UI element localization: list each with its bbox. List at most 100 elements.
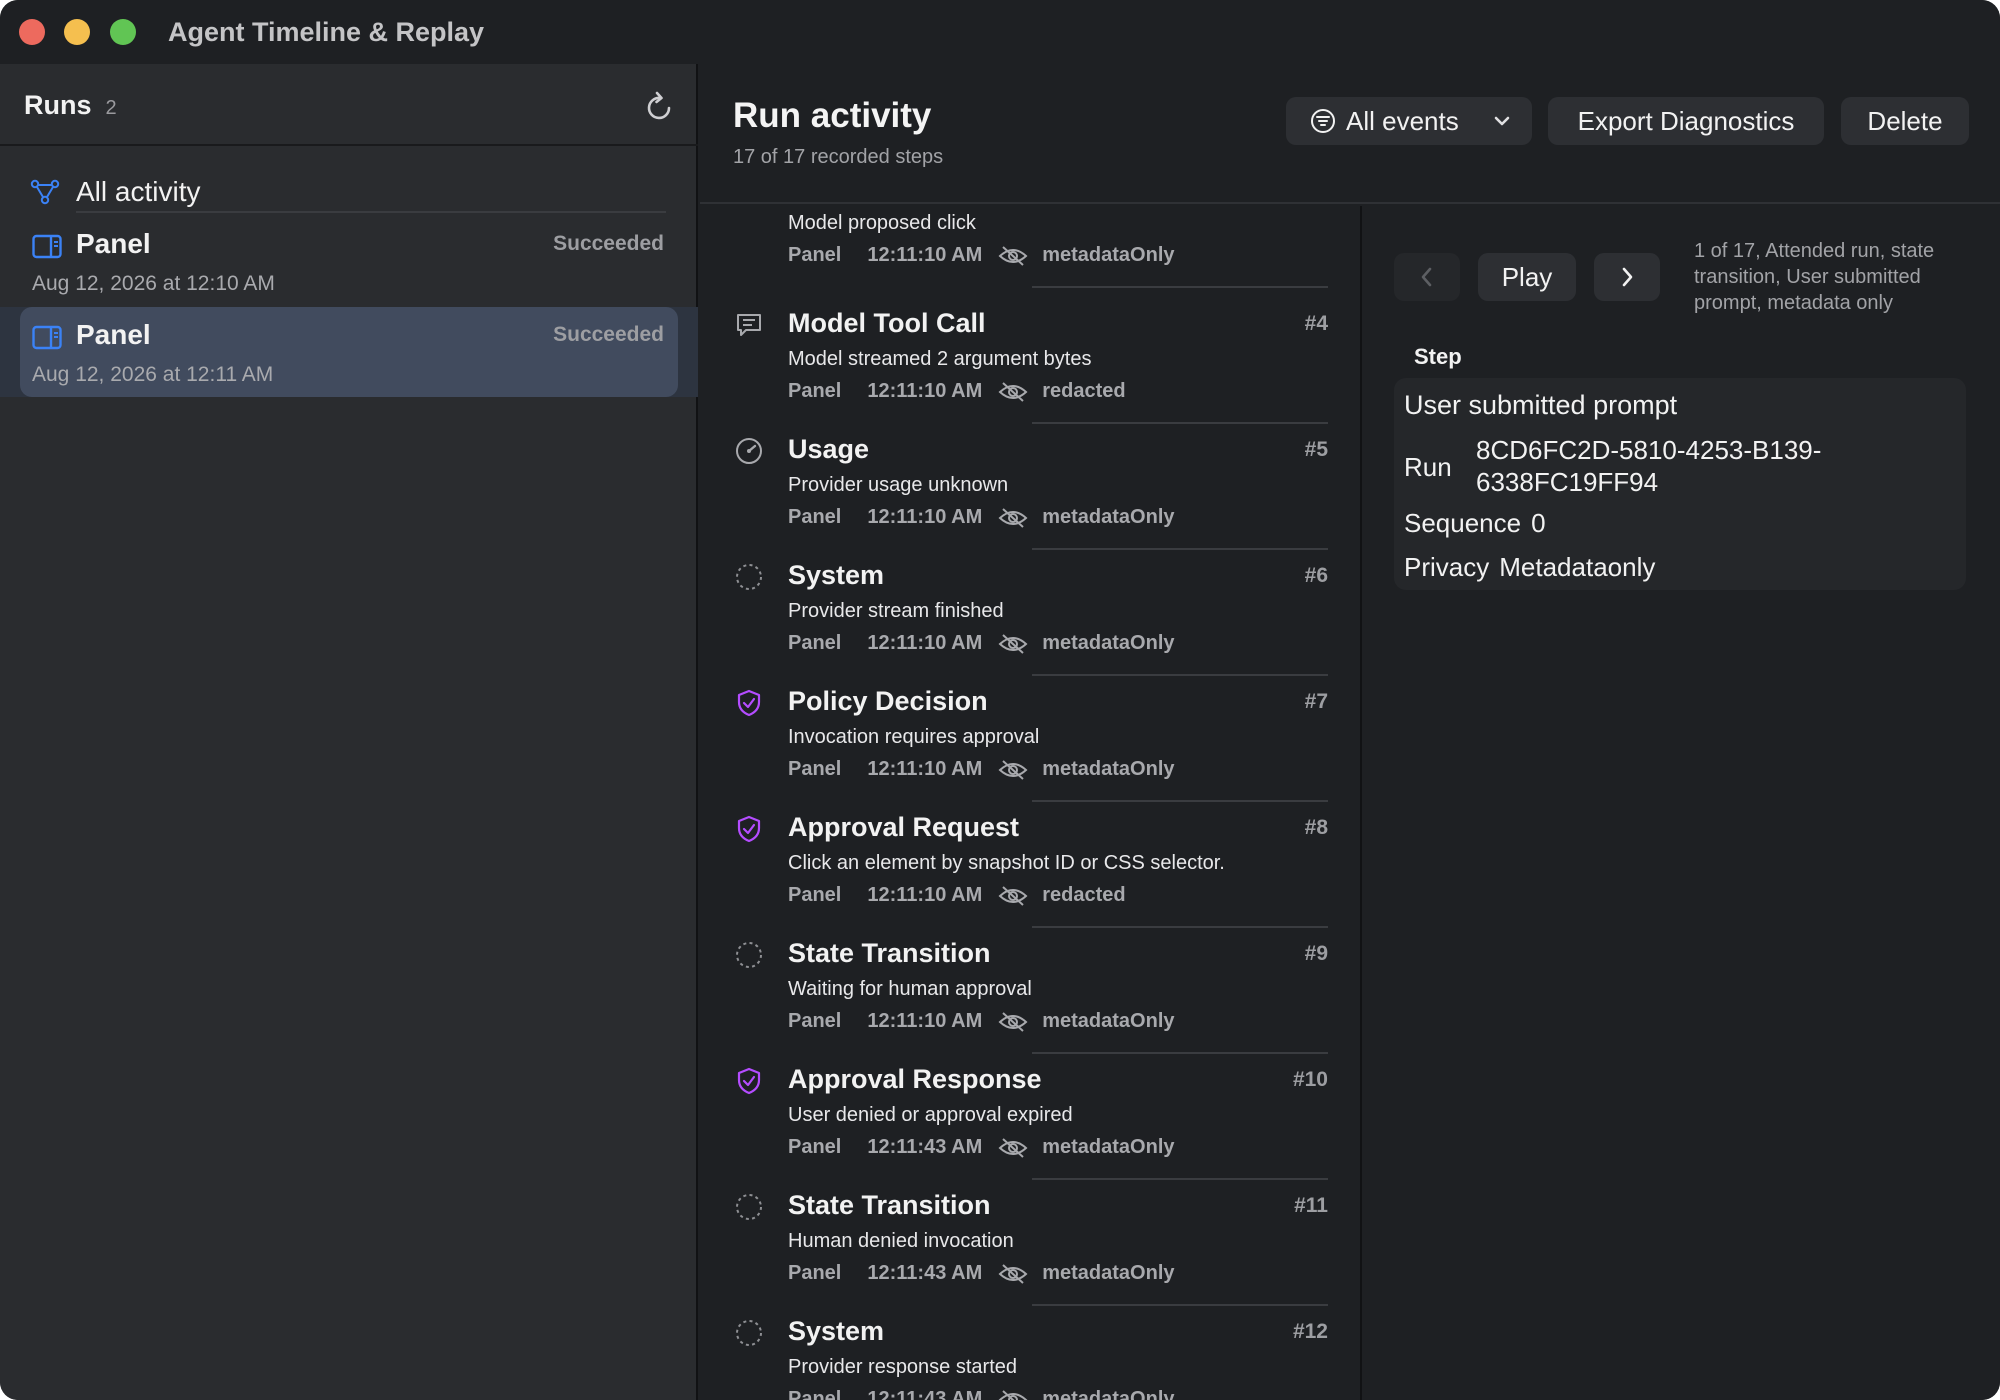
event-number: #4 — [1304, 312, 1328, 335]
event-meta: Panel 12:11:10 AM redacted — [788, 884, 1126, 907]
chevron-right-icon — [1622, 267, 1633, 287]
eye-slash-icon — [998, 759, 1028, 780]
list-item[interactable]: State Transition #11 Human denied invocati… — [700, 1184, 1360, 1310]
sequence-key: Sequence — [1404, 508, 1522, 538]
event-privacy: metadataOnly — [1042, 1262, 1175, 1284]
all-activity-item[interactable]: All activity — [30, 168, 666, 216]
app-window: Agent Timeline & Replay Runs 2 All activ… — [0, 0, 2000, 1400]
list-item[interactable]: System #12 Provider response started Panel 1… — [700, 1310, 1360, 1400]
event-description: Provider stream finished — [788, 600, 1004, 622]
sequence-field: Sequence 0 — [1404, 508, 1546, 539]
window-title: Agent Timeline & Replay — [168, 17, 485, 47]
close-window-button[interactable] — [19, 19, 45, 45]
runs-count-badge: 2 — [105, 97, 117, 119]
dotted-circle-icon — [734, 562, 764, 592]
event-title: Model Tool Call — [788, 308, 986, 338]
event-source: Panel — [788, 884, 842, 906]
dotted-circle-icon — [734, 1192, 764, 1222]
event-source: Panel — [788, 1388, 842, 1400]
event-time: 12:11:10 AM — [867, 506, 983, 528]
event-source: Panel — [788, 632, 842, 654]
event-filter-dropdown[interactable]: All events — [1286, 97, 1532, 145]
event-privacy: metadataOnly — [1042, 1388, 1175, 1400]
privacy-field: Privacy Metadataonly — [1404, 552, 1655, 583]
event-number: #9 — [1304, 942, 1328, 965]
sidebar-title: Runs — [24, 90, 92, 120]
previous-step-button[interactable] — [1394, 253, 1460, 301]
run-date: Aug 12, 2026 at 12:11 AM — [32, 363, 274, 386]
sidebar-panel-icon — [32, 325, 62, 350]
page-subtitle: 17 of 17 recorded steps — [733, 146, 944, 168]
event-description: Human denied invocation — [788, 1230, 1014, 1252]
event-number: #7 — [1304, 690, 1328, 713]
step-section-label: Step — [1414, 344, 1462, 369]
event-number: #5 — [1304, 438, 1328, 461]
event-title: Policy Decision — [788, 686, 988, 716]
event-source: Panel — [788, 758, 842, 780]
export-diagnostics-button[interactable]: Export Diagnostics — [1548, 97, 1824, 145]
divider — [1032, 1304, 1328, 1306]
gauge-icon — [734, 436, 764, 466]
list-item[interactable]: Approval Response #10 User denied or appro… — [700, 1058, 1360, 1184]
event-meta: Panel 12:11:10 AM metadataOnly — [788, 758, 1175, 781]
list-item[interactable]: Model proposed click Panel 12:11:10 AM m… — [700, 206, 1360, 292]
delete-button[interactable]: Delete — [1841, 97, 1969, 145]
event-source: Panel — [788, 380, 842, 402]
event-title: Approval Request — [788, 812, 1020, 842]
list-item[interactable]: System #6 Provider stream finished Panel 12:… — [700, 554, 1360, 680]
eye-slash-icon — [998, 633, 1028, 654]
detail-pane: Play 1 of 17, Attended run, state transi… — [1364, 206, 2000, 1400]
event-time: 12:11:43 AM — [867, 1262, 983, 1284]
event-meta: Panel 12:11:10 AM redacted — [788, 380, 1126, 403]
event-time: 12:11:10 AM — [867, 380, 983, 402]
refresh-button[interactable] — [644, 88, 676, 124]
list-item[interactable]: Policy Decision #7 Invocation requires app… — [700, 680, 1360, 806]
run-row[interactable]: Panel Succeeded Aug 12, 2026 at 12:10 AM — [20, 216, 678, 306]
run-row-selected[interactable]: Panel Succeeded Aug 12, 2026 at 12:11 AM — [20, 307, 678, 397]
next-step-button[interactable] — [1594, 253, 1660, 301]
list-item[interactable]: Usage #5 Provider usage unknown Panel 12:11:… — [700, 428, 1360, 554]
eye-slash-icon — [998, 1389, 1028, 1400]
eye-slash-icon — [998, 245, 1028, 266]
event-meta: Panel 12:11:43 AM metadataOnly — [788, 1262, 1175, 1285]
list-item[interactable]: Approval Request #8 Click an element by sn… — [700, 806, 1360, 932]
zoom-window-button[interactable] — [110, 19, 136, 45]
event-title: System — [788, 1316, 885, 1346]
event-description: Model streamed 2 argument bytes — [788, 348, 1092, 370]
play-button[interactable]: Play — [1478, 253, 1576, 301]
event-description: Click an element by snapshot ID or CSS s… — [788, 852, 1225, 874]
run-name: Panel — [76, 228, 151, 259]
all-activity-label: All activity — [76, 176, 201, 207]
eye-slash-icon — [998, 1137, 1028, 1158]
divider — [1032, 800, 1328, 802]
run-date: Aug 12, 2026 at 12:10 AM — [32, 272, 275, 295]
minimize-window-button[interactable] — [64, 19, 90, 45]
event-title: State Transition — [788, 1190, 991, 1220]
list-item[interactable]: Model Tool Call #4 Model streamed 2 argume… — [700, 302, 1360, 428]
event-time: 12:11:10 AM — [867, 1010, 983, 1032]
divider — [1032, 1178, 1328, 1180]
list-item[interactable]: State Transition #9 Waiting for human appr… — [700, 932, 1360, 1058]
event-source: Panel — [788, 244, 842, 266]
shield-check-icon — [734, 814, 764, 844]
divider — [1032, 548, 1328, 550]
timeline-list[interactable]: Model proposed click Panel 12:11:10 AM m… — [700, 206, 1362, 1400]
step-title: User submitted prompt — [1404, 390, 1678, 420]
divider — [1032, 286, 1328, 288]
sidebar-header: Runs 2 — [24, 90, 117, 130]
event-privacy: metadataOnly — [1042, 244, 1175, 266]
run-value: 8CD6FC2D-5810-4253-B139-6338FC19FF94 — [1476, 435, 1822, 497]
event-description: Provider response started — [788, 1356, 1018, 1378]
title-bar: Agent Timeline & Replay — [0, 0, 2000, 64]
runs-sidebar: Runs 2 All activity Panel Succeeded Aug … — [0, 64, 698, 1400]
event-number: #10 — [1292, 1068, 1328, 1091]
divider — [1032, 674, 1328, 676]
replay-status: 1 of 17, Attended run, state transition,… — [1694, 240, 1935, 314]
event-privacy: metadataOnly — [1042, 758, 1175, 780]
event-privacy: metadataOnly — [1042, 506, 1175, 528]
chevron-left-icon — [1421, 267, 1432, 287]
dotted-circle-icon — [734, 940, 764, 970]
event-privacy: metadataOnly — [1042, 1010, 1175, 1032]
eye-slash-icon — [998, 507, 1028, 528]
event-time: 12:11:43 AM — [867, 1388, 983, 1400]
